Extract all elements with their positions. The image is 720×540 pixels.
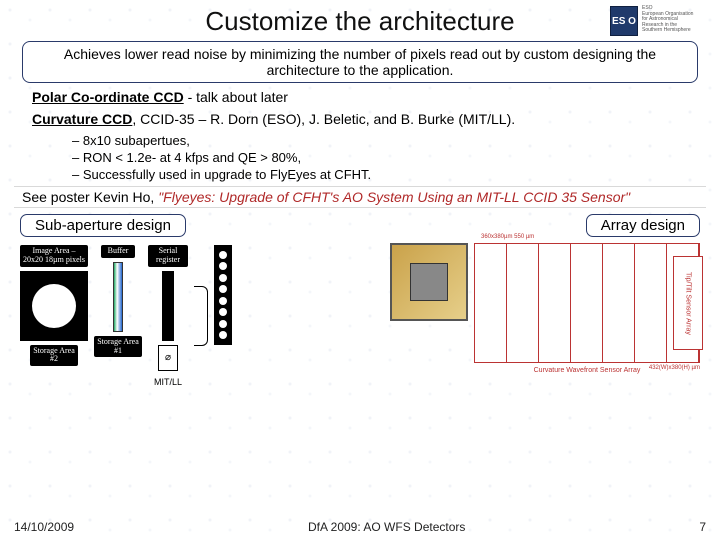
- array-panel: Array design 360x380µm 550 µm Tip/Tilt S…: [390, 214, 700, 387]
- buffer-label: Buffer: [101, 245, 135, 258]
- aperture-circle-icon: [32, 284, 76, 328]
- buffer-column: Buffer Storage Area #1: [94, 245, 142, 357]
- array-schematic: 360x380µm 550 µm Tip/Tilt Sensor Array C…: [474, 243, 700, 363]
- dot-icon: [219, 262, 227, 270]
- array-cell: [603, 244, 635, 362]
- org-name: ESO European Organisation for Astronomic…: [642, 6, 712, 34]
- poster-lead: See poster Kevin Ho,: [22, 189, 158, 205]
- poster-reference: See poster Kevin Ho, "Flyeyes: Upgrade o…: [14, 186, 706, 208]
- slide-title: Customize the architecture: [14, 6, 706, 37]
- dot-icon: [219, 308, 227, 316]
- storage-1-label: Storage Area #1: [94, 336, 142, 358]
- footer-center: DfA 2009: AO WFS Detectors: [308, 520, 465, 534]
- chip-photo-icon: [390, 243, 468, 321]
- serial-register-block: [162, 271, 174, 341]
- image-area-block: [20, 271, 88, 341]
- subaperture-panel: Sub-aperture design Image Area – 20x20 1…: [20, 214, 380, 387]
- tiptilt-side-label: Tip/Tilt Sensor Array: [673, 256, 703, 350]
- array-cell: [507, 244, 539, 362]
- subaperture-panel-title: Sub-aperture design: [20, 214, 186, 237]
- serial-column: Serial register ⌀ MIT/LL: [148, 245, 188, 387]
- footer-page-number: 7: [699, 520, 706, 534]
- image-area-label: Image Area – 20x20 18µm pixels: [20, 245, 88, 267]
- array-cell: [571, 244, 603, 362]
- polar-ccd-line: Polar Co-ordinate CCD - talk about later: [32, 89, 694, 105]
- dot-icon: [219, 331, 227, 339]
- image-area-column: Image Area – 20x20 18µm pixels Storage A…: [20, 245, 88, 366]
- panels-row: Sub-aperture design Image Area – 20x20 1…: [14, 214, 706, 387]
- list-item: 8x10 subapertues,: [72, 133, 706, 148]
- callout-box: Achieves lower read noise by minimizing …: [22, 41, 698, 83]
- buffer-block: [113, 262, 123, 332]
- footer-date: 14/10/2009: [14, 520, 74, 534]
- array-diagram-row: 360x380µm 550 µm Tip/Tilt Sensor Array C…: [390, 243, 700, 363]
- dot-icon: [219, 274, 227, 282]
- dot-icon: [219, 320, 227, 328]
- mitll-label: MIT/LL: [154, 377, 182, 387]
- list-item: RON < 1.2e- at 4 kfps and QE > 80%,: [72, 150, 706, 165]
- curvature-ccd-line: Curvature CCD, CCID-35 – R. Dorn (ESO), …: [32, 111, 694, 127]
- polar-ccd-rest: - talk about later: [184, 89, 288, 105]
- dot-icon: [219, 297, 227, 305]
- array-cell: [539, 244, 571, 362]
- org-logo-block: ES O ESO European Organisation for Astro…: [610, 6, 712, 36]
- bracket-icon: [194, 286, 208, 346]
- curvature-ccd-label: Curvature CCD: [32, 111, 132, 127]
- eso-logo-icon: ES O: [610, 6, 638, 36]
- poster-title: "Flyeyes: Upgrade of CFHT's AO System Us…: [158, 189, 630, 205]
- output-dots-column: [214, 245, 232, 345]
- list-item: Successfully used in upgrade to FlyEyes …: [72, 167, 706, 182]
- array-panel-title: Array design: [586, 214, 700, 237]
- array-caption: Curvature Wavefront Sensor Array: [475, 367, 699, 374]
- polar-ccd-label: Polar Co-ordinate CCD: [32, 89, 184, 105]
- slide-footer: 14/10/2009 DfA 2009: AO WFS Detectors 7: [0, 520, 720, 534]
- array-cell: [475, 244, 507, 362]
- subaperture-diagram: Image Area – 20x20 18µm pixels Storage A…: [20, 245, 380, 387]
- bullet-list: 8x10 subapertues, RON < 1.2e- at 4 kfps …: [72, 133, 706, 182]
- org-line: Southern Hemisphere: [642, 28, 712, 34]
- dot-icon: [219, 251, 227, 259]
- slide: ES O ESO European Organisation for Astro…: [0, 0, 720, 540]
- dot-icon: [219, 285, 227, 293]
- storage-2-label: Storage Area #2: [30, 345, 78, 367]
- amplifier-icon: ⌀: [158, 345, 178, 371]
- array-top-dims: 360x380µm 550 µm: [481, 234, 534, 240]
- array-cell: [635, 244, 667, 362]
- curvature-ccd-rest: , CCID-35 – R. Dorn (ESO), J. Beletic, a…: [132, 111, 515, 127]
- serial-register-label: Serial register: [148, 245, 188, 267]
